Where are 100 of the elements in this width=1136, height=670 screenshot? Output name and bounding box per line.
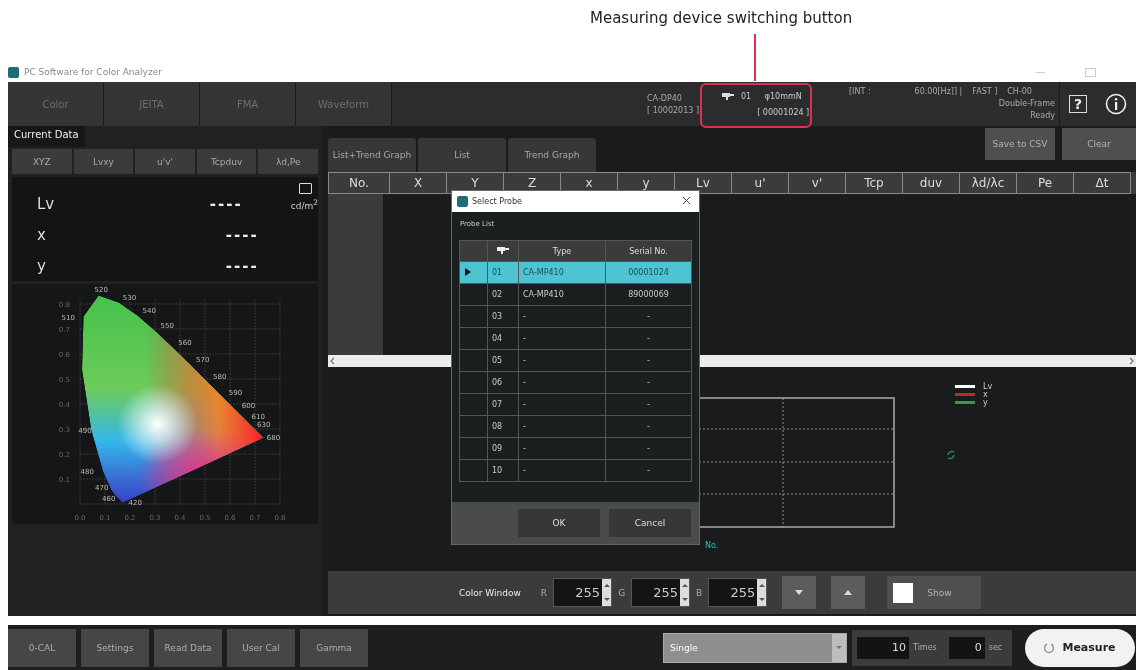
popout-icon[interactable] [299,183,312,194]
mode-text: Double-Frame [998,99,1056,108]
probe-row[interactable]: 04 - - [459,327,692,350]
close-icon [682,196,691,205]
row-pointer-icon [464,267,472,276]
state-text: Ready [1030,111,1056,120]
table-cell: - [605,327,692,350]
column-header[interactable]: Pe [1017,172,1074,194]
table-cell: CA-MP410 [518,283,606,306]
readout-value: ---- [225,256,260,275]
probe-row[interactable]: 10 - - [459,459,692,482]
column-header[interactable]: Type [518,240,606,262]
table-cell: - [518,415,606,438]
data-tab[interactable]: Lvxy [73,149,134,174]
count-unit: Times [913,643,937,652]
color-window-label: Color Window [459,587,521,598]
table-cell: - [605,415,692,438]
leader-line [754,34,756,81]
device-serial: [ 10002013 ] [647,105,701,115]
readout-label: Lv [36,195,56,214]
legend-label: y [983,397,988,407]
value-spinner[interactable]: 255 [553,578,613,607]
speed-text: FAST ] [972,87,998,96]
dialog-title: Select Probe [472,197,522,206]
value-spinner[interactable]: 255 [708,578,768,607]
legend-label: Lv [983,381,993,391]
measure-button[interactable]: Measure [1025,628,1135,667]
table-cell: - [605,371,692,394]
data-tab[interactable]: Tcpduv [196,149,257,174]
data-tab[interactable]: λd,Pe [258,149,318,174]
help-button[interactable]: ? [1069,95,1087,113]
probe-row[interactable]: 02 CA-MP410 89000069 [459,283,692,306]
down-button[interactable] [782,576,817,609]
channel-text: CH-00 [1007,87,1032,96]
table-cell: - [605,393,692,416]
data-tab[interactable]: u'v' [135,149,195,174]
ok-button[interactable]: OK [518,509,600,537]
column-header[interactable]: v' [789,172,846,194]
table-cell: 02 [487,283,519,306]
value-spinner[interactable]: 255 [631,578,691,607]
column-header[interactable]: Tcp [846,172,903,194]
info-icon[interactable] [1105,93,1127,115]
column-header[interactable]: Serial No. [605,240,692,262]
table-cell: - [605,459,692,482]
color-swatch [893,582,914,603]
table-cell: - [518,349,606,372]
axis-label: No. [705,541,720,550]
probe-row[interactable]: 05 - - [459,349,692,372]
column-header[interactable]: duv [903,172,960,194]
data-tab[interactable]: XYZ [12,149,72,174]
channel-label: R [540,587,548,598]
table-cell: 89000069 [605,283,692,306]
table-cell: 08 [487,415,519,438]
table-cell: - [518,305,606,328]
view-tab[interactable]: Trend Graph [508,138,596,172]
readout-value: ---- [225,226,260,244]
readout-value: ---- [209,195,244,214]
view-tab[interactable]: List+Trend Graph [328,138,416,172]
panel-title: Current Data [8,126,85,147]
probe-row[interactable]: 08 - - [459,415,692,438]
up-button[interactable] [831,576,866,609]
probe-row[interactable]: 09 - - [459,437,692,460]
table-cell: - [605,305,692,328]
column-header[interactable]: u' [732,172,789,194]
channel-label: B [696,587,703,598]
frequency-text: 60.00[Hz]] | [914,87,963,96]
table-cell: - [605,349,692,372]
column-header[interactable]: λd/λc [960,172,1017,194]
probe-row[interactable]: 03 - - [459,305,692,328]
table-cell: 04 [487,327,519,350]
annotation-label: Measuring device switching button [590,9,853,27]
device-model: CA-DP40 [647,93,683,103]
probe-icon [496,245,510,255]
channel-label: G [618,587,626,598]
column-header[interactable]: Δt [1074,172,1131,194]
table-cell: - [518,437,606,460]
column-header[interactable]: X [390,172,447,194]
app-icon [457,196,468,207]
readout-label: x [36,226,47,244]
table-cell: 06 [487,371,519,394]
integration-label: [INT : [849,87,871,96]
interval-field[interactable]: 0 [948,636,985,659]
column-header[interactable]: No. [328,172,390,194]
table-cell: - [518,371,606,394]
count-field[interactable]: 10 [857,636,909,659]
app-icon [8,66,19,78]
refresh-icon[interactable] [946,449,956,461]
table-cell: 09 [487,437,519,460]
interval-unit: sec [988,643,1003,652]
table-cell: - [518,393,606,416]
table-cell: 03 [487,305,519,328]
probe-row[interactable]: 07 - - [459,393,692,416]
table-cell: - [605,437,692,460]
view-tab[interactable]: List [418,138,506,172]
probe-row[interactable]: 01 CA-MP410 00001024 [459,261,692,284]
probe-row[interactable]: 06 - - [459,371,692,394]
cancel-button[interactable]: Cancel [609,509,691,537]
probe-icon [721,92,735,101]
readout-label: y [36,256,47,275]
window-title: PC Software for Color Analyzer [24,67,162,77]
